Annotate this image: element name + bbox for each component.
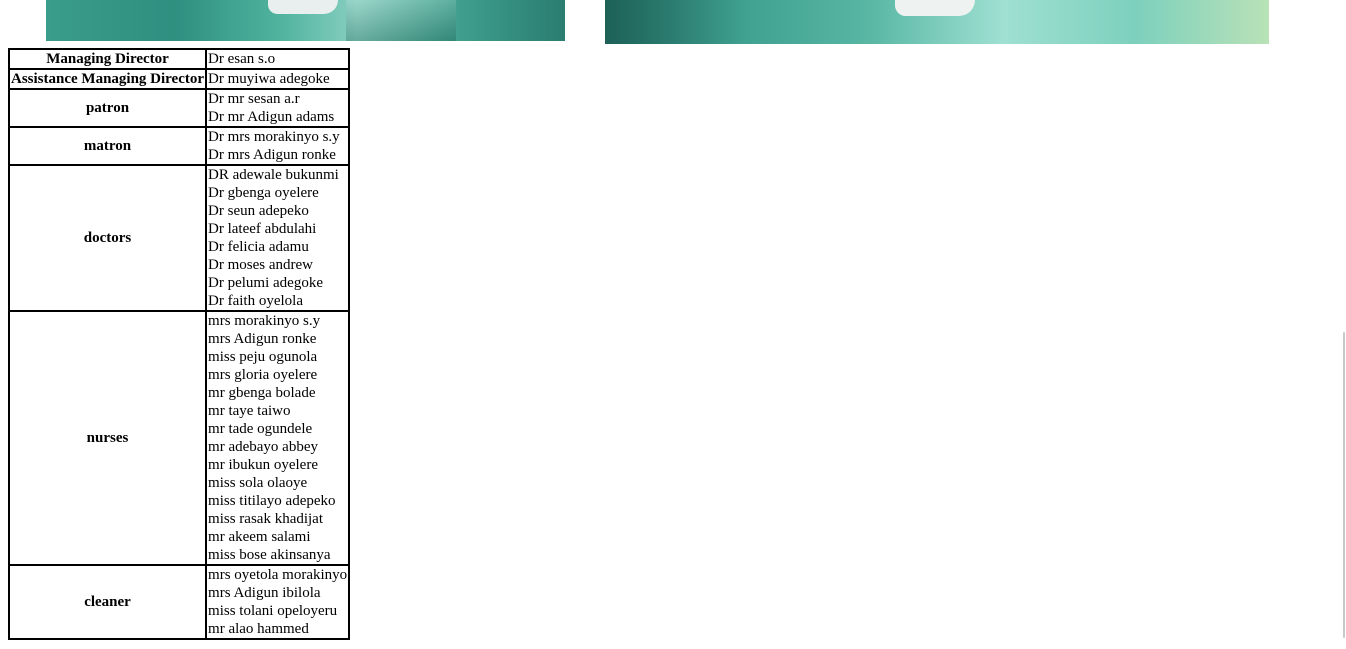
page: Managing Director Dr esan s.o Assistance… bbox=[0, 0, 1346, 649]
staff-name: Dr mrs Adigun ronke bbox=[208, 147, 336, 163]
staff-name: miss rasak khadijat bbox=[208, 511, 324, 527]
staff-name: Dr felicia adamu bbox=[208, 239, 309, 255]
names-cell: DR adewale bukunmi Dr gbenga oyelere Dr … bbox=[206, 165, 350, 311]
staff-name: Dr pelumi adegoke bbox=[208, 275, 323, 291]
staff-name: miss peju ogunola bbox=[208, 349, 318, 365]
role-cell: patron bbox=[9, 89, 207, 127]
shade-detail bbox=[605, 0, 745, 44]
staff-table-body: Managing Director Dr esan s.o Assistance… bbox=[9, 49, 350, 639]
table-row: Assistance Managing Director Dr muyiwa a… bbox=[9, 69, 350, 89]
table-row: nurses mrs morakinyo s.y mrs Adigun ronk… bbox=[9, 311, 350, 565]
glove-detail bbox=[268, 0, 338, 14]
staff-name: Dr faith oyelola bbox=[208, 293, 303, 309]
names-cell: Dr muyiwa adegoke bbox=[206, 69, 350, 89]
staff-name: mr alao hammed bbox=[208, 621, 309, 637]
staff-name: mrs Adigun ibilola bbox=[208, 585, 321, 601]
table-row: doctors DR adewale bukunmi Dr gbenga oye… bbox=[9, 165, 350, 311]
role-cell: cleaner bbox=[9, 565, 207, 639]
operating-room-photo bbox=[605, 0, 1269, 44]
role-cell: doctors bbox=[9, 165, 207, 311]
names-cell: mrs oyetola morakinyo mrs Adigun ibilola… bbox=[206, 565, 350, 639]
staff-name: miss sola olaoye bbox=[208, 475, 308, 491]
names-cell: Dr mrs morakinyo s.y Dr mrs Adigun ronke bbox=[206, 127, 350, 165]
staff-name: miss titilayo adepeko bbox=[208, 493, 336, 509]
role-cell: Assistance Managing Director bbox=[9, 69, 207, 89]
table-row: matron Dr mrs morakinyo s.y Dr mrs Adigu… bbox=[9, 127, 350, 165]
names-cell: Dr mr sesan a.r Dr mr Adigun adams bbox=[206, 89, 350, 127]
staff-name: mrs gloria oyelere bbox=[208, 367, 318, 383]
role-cell: Managing Director bbox=[9, 49, 207, 69]
staff-name: Dr seun adepeko bbox=[208, 203, 309, 219]
staff-name: DR adewale bukunmi bbox=[208, 167, 339, 183]
staff-name: mrs morakinyo s.y bbox=[208, 313, 321, 329]
page-scrollbar[interactable] bbox=[1342, 0, 1346, 649]
staff-name: mr tade ogundele bbox=[208, 421, 313, 437]
table-row: Managing Director Dr esan s.o bbox=[9, 49, 350, 69]
staff-name: mrs oyetola morakinyo bbox=[208, 567, 348, 583]
staff-name: miss bose akinsanya bbox=[208, 547, 331, 563]
names-cell: mrs morakinyo s.y mrs Adigun ronke miss … bbox=[206, 311, 350, 565]
staff-name: mrs Adigun ronke bbox=[208, 331, 317, 347]
staff-name: Dr mr sesan a.r bbox=[208, 91, 300, 107]
names-cell: Dr esan s.o bbox=[206, 49, 350, 69]
glove-detail bbox=[895, 0, 975, 16]
staff-name: mr gbenga bolade bbox=[208, 385, 316, 401]
staff-name: Dr gbenga oyelere bbox=[208, 185, 319, 201]
role-cell: nurses bbox=[9, 311, 207, 565]
staff-name: Dr mrs morakinyo s.y bbox=[208, 129, 340, 145]
staff-name: miss tolani opeloyeru bbox=[208, 603, 338, 619]
staff-name: Dr mr Adigun adams bbox=[208, 109, 335, 125]
scrubs-fold-detail bbox=[346, 0, 456, 41]
staff-name: Dr moses andrew bbox=[208, 257, 314, 273]
staff-name: Dr muyiwa adegoke bbox=[208, 71, 330, 87]
table-row: patron Dr mr sesan a.r Dr mr Adigun adam… bbox=[9, 89, 350, 127]
table-row: cleaner mrs oyetola morakinyo mrs Adigun… bbox=[9, 565, 350, 639]
staff-name: mr akeem salami bbox=[208, 529, 311, 545]
staff-table: Managing Director Dr esan s.o Assistance… bbox=[8, 48, 351, 640]
scrollbar-thumb[interactable] bbox=[1343, 332, 1345, 638]
staff-name: mr ibukun oyelere bbox=[208, 457, 318, 473]
staff-name: mr taye taiwo bbox=[208, 403, 291, 419]
staff-name: Dr esan s.o bbox=[208, 51, 276, 67]
role-cell: matron bbox=[9, 127, 207, 165]
surgeons-photo bbox=[46, 0, 565, 41]
staff-name: Dr lateef abdulahi bbox=[208, 221, 317, 237]
staff-name: mr adebayo abbey bbox=[208, 439, 318, 455]
